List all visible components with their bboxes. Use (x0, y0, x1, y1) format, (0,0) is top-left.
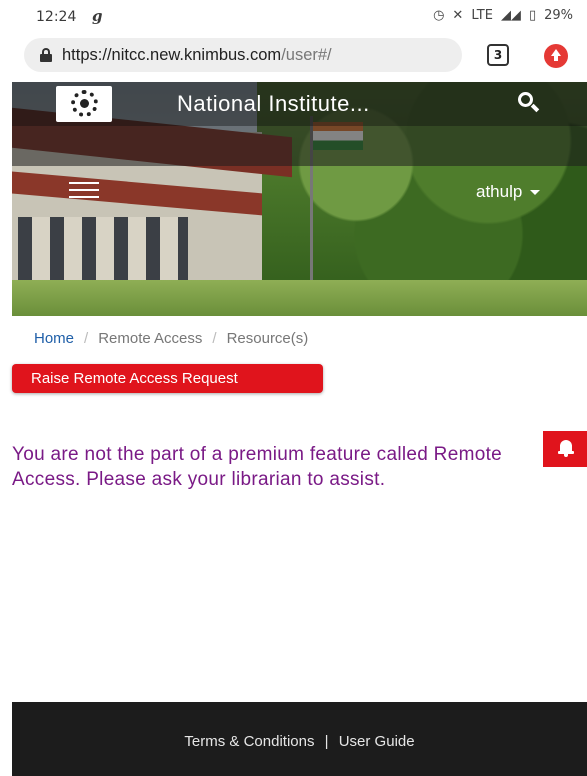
battery-level: 29% (544, 8, 573, 23)
breadcrumb-separator: / (212, 330, 217, 347)
hamburger-menu-icon[interactable] (69, 182, 99, 198)
site-nav: athulp (12, 126, 587, 201)
breadcrumb-resources: Resource(s) (226, 330, 309, 347)
signal-icon: ◢◢ (500, 8, 521, 23)
browser-toolbar: https://nitcc.new.knimbus.com/user#/ 3 (0, 34, 587, 78)
user-guide-link[interactable]: User Guide (339, 733, 415, 750)
username: athulp (476, 182, 523, 201)
status-icons: ◷ ✕ LTE ◢◢ ▯ 29% (433, 8, 573, 23)
carrier-icon: g (92, 7, 103, 25)
raise-remote-access-request-button[interactable]: Raise Remote Access Request (12, 364, 323, 393)
footer: Terms & Conditions | User Guide (12, 702, 587, 776)
footer-divider: | (324, 733, 329, 750)
breadcrumb-separator: / (84, 330, 89, 347)
bell-icon (558, 440, 574, 457)
banner-lawn (12, 280, 587, 316)
caret-down-icon (530, 189, 541, 195)
update-icon[interactable] (544, 44, 568, 68)
terms-link[interactable]: Terms & Conditions (184, 733, 314, 750)
battery-icon: ▯ (528, 8, 537, 23)
lock-icon (40, 48, 52, 62)
alarm-icon: ◷ (433, 8, 445, 23)
url-path: /user#/ (281, 45, 332, 64)
institute-logo[interactable] (56, 86, 112, 122)
footer-links: Terms & Conditions | User Guide (12, 733, 587, 750)
site-title[interactable]: National Institute... (177, 91, 370, 117)
address-bar[interactable]: https://nitcc.new.knimbus.com/user#/ (24, 38, 462, 72)
status-time: 12:24 (36, 9, 77, 25)
network-type: LTE (471, 8, 493, 23)
search-icon[interactable] (518, 92, 540, 114)
mute-icon: ✕ (452, 8, 464, 23)
url-text: https://nitcc.new.knimbus.com/user#/ (62, 46, 332, 65)
breadcrumb: Home / Remote Access / Resource(s) (34, 330, 308, 347)
breadcrumb-home[interactable]: Home (34, 330, 74, 347)
premium-feature-message: You are not the part of a premium featur… (12, 444, 503, 490)
campus-banner: National Institute... athulp (12, 82, 587, 316)
user-menu[interactable]: athulp (476, 182, 541, 202)
url-host: https://nitcc.new.knimbus.com (62, 45, 282, 64)
tabs-count-button[interactable]: 3 (487, 44, 509, 66)
breadcrumb-remote-access: Remote Access (98, 330, 203, 347)
status-bar: 12:24 g ◷ ✕ LTE ◢◢ ▯ 29% (0, 0, 587, 34)
site-header: National Institute... (12, 82, 587, 126)
notification-button[interactable] (543, 431, 587, 467)
